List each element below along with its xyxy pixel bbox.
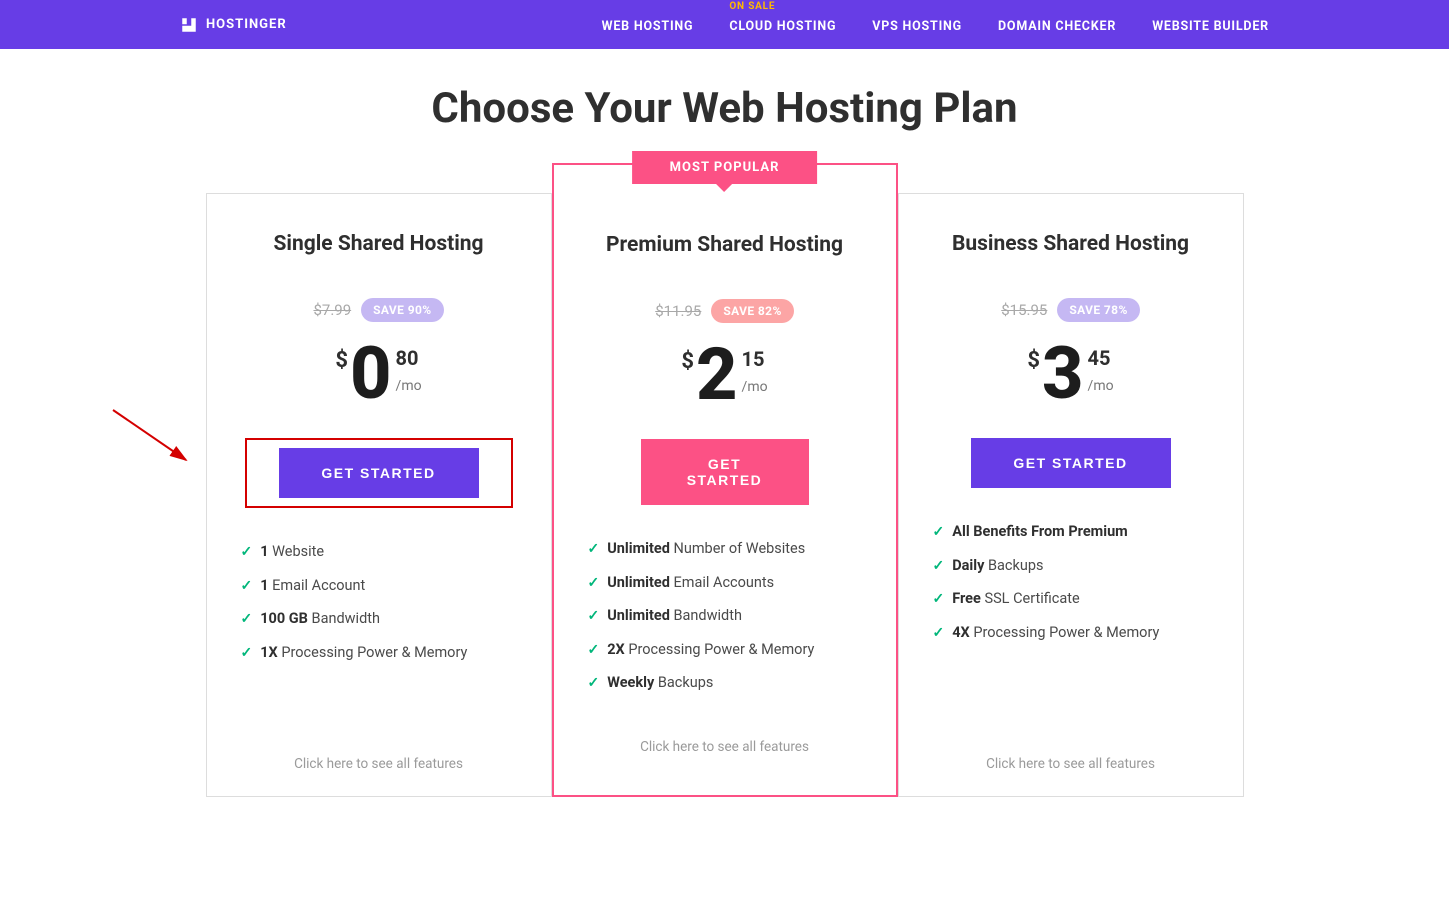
check-icon: ✓ bbox=[933, 523, 945, 543]
nav-item-domain-checker[interactable]: DOMAIN CHECKER bbox=[998, 15, 1116, 34]
price-cents: 45 bbox=[1088, 346, 1114, 370]
feature-item: ✓Free SSL Certificate bbox=[933, 589, 1209, 610]
feature-item: ✓4X Processing Power & Memory bbox=[933, 623, 1209, 644]
nav-item-vps-hosting[interactable]: VPS HOSTING bbox=[872, 15, 962, 34]
feature-item: ✓100 GB Bandwidth bbox=[241, 609, 517, 630]
get-started-button[interactable]: GET STARTED bbox=[279, 448, 479, 498]
check-icon: ✓ bbox=[588, 674, 600, 694]
check-icon: ✓ bbox=[933, 557, 945, 577]
save-badge: SAVE 90% bbox=[361, 298, 443, 322]
hostinger-logo-icon bbox=[180, 16, 198, 34]
nav-item-cloud-hosting[interactable]: ON SALE CLOUD HOSTING bbox=[729, 15, 836, 34]
feature-list: ✓1 Website ✓1 Email Account ✓100 GB Band… bbox=[235, 542, 523, 676]
see-all-features-link[interactable]: Click here to see all features bbox=[640, 739, 809, 755]
feature-list: ✓Unlimited Number of Websites ✓Unlimited… bbox=[582, 539, 868, 707]
price-row: $7.99 SAVE 90% bbox=[313, 298, 443, 322]
price-block: $ 2 15 /mo bbox=[681, 339, 767, 411]
annotation-highlight-box: GET STARTED bbox=[245, 438, 513, 508]
price-whole: 2 bbox=[696, 339, 736, 411]
currency-symbol: $ bbox=[681, 349, 694, 374]
nav-link[interactable]: DOMAIN CHECKER bbox=[998, 19, 1116, 34]
see-all-features-link[interactable]: Click here to see all features bbox=[986, 756, 1155, 772]
currency-symbol: $ bbox=[335, 348, 348, 373]
check-icon: ✓ bbox=[933, 590, 945, 610]
pricing-plans-container: Single Shared Hosting $7.99 SAVE 90% $ 0… bbox=[0, 193, 1449, 797]
check-icon: ✓ bbox=[241, 543, 253, 563]
check-icon: ✓ bbox=[588, 607, 600, 627]
plan-name: Premium Shared Hosting bbox=[606, 233, 843, 257]
save-badge: SAVE 82% bbox=[711, 299, 793, 323]
feature-item: ✓Daily Backups bbox=[933, 556, 1209, 577]
price-cents: 15 bbox=[742, 347, 768, 371]
plan-name: Business Shared Hosting bbox=[952, 232, 1189, 256]
feature-item: ✓Weekly Backups bbox=[588, 673, 862, 694]
top-nav-bar: HOSTINGER WEB HOSTING ON SALE CLOUD HOST… bbox=[0, 0, 1449, 49]
nav-item-web-hosting[interactable]: WEB HOSTING bbox=[602, 15, 694, 34]
per-month: /mo bbox=[396, 378, 422, 394]
check-icon: ✓ bbox=[588, 574, 600, 594]
brand-name: HOSTINGER bbox=[206, 17, 287, 32]
price-whole: 3 bbox=[1042, 338, 1082, 410]
price-cents: 80 bbox=[396, 346, 422, 370]
check-icon: ✓ bbox=[933, 624, 945, 644]
nav-link[interactable]: VPS HOSTING bbox=[872, 19, 962, 34]
feature-list: ✓All Benefits From Premium ✓Daily Backup… bbox=[927, 522, 1215, 656]
on-sale-badge: ON SALE bbox=[729, 1, 775, 12]
plan-name: Single Shared Hosting bbox=[273, 232, 483, 256]
price-row: $11.95 SAVE 82% bbox=[655, 299, 794, 323]
price-whole: 0 bbox=[350, 338, 390, 410]
old-price: $7.99 bbox=[313, 301, 351, 319]
feature-item: ✓All Benefits From Premium bbox=[933, 522, 1209, 543]
check-icon: ✓ bbox=[241, 577, 253, 597]
feature-item: ✓1 Website bbox=[241, 542, 517, 563]
nav-link[interactable]: WEBSITE BUILDER bbox=[1152, 19, 1269, 34]
feature-item: ✓2X Processing Power & Memory bbox=[588, 640, 862, 661]
check-icon: ✓ bbox=[241, 644, 253, 664]
see-all-features-link[interactable]: Click here to see all features bbox=[294, 756, 463, 772]
save-badge: SAVE 78% bbox=[1057, 298, 1139, 322]
page-title: Choose Your Web Hosting Plan bbox=[0, 84, 1449, 133]
price-row: $15.95 SAVE 78% bbox=[1001, 298, 1140, 322]
price-block: $ 3 45 /mo bbox=[1027, 338, 1113, 410]
price-block: $ 0 80 /mo bbox=[335, 338, 421, 410]
main-nav: WEB HOSTING ON SALE CLOUD HOSTING VPS HO… bbox=[602, 15, 1269, 34]
feature-item: ✓Unlimited Number of Websites bbox=[588, 539, 862, 560]
plan-premium-shared: MOST POPULAR Premium Shared Hosting $11.… bbox=[552, 163, 898, 797]
old-price: $11.95 bbox=[655, 302, 701, 320]
most-popular-badge: MOST POPULAR bbox=[632, 151, 818, 184]
plan-business-shared: Business Shared Hosting $15.95 SAVE 78% … bbox=[898, 193, 1244, 797]
feature-item: ✓Unlimited Bandwidth bbox=[588, 606, 862, 627]
feature-item: ✓1 Email Account bbox=[241, 576, 517, 597]
per-month: /mo bbox=[1088, 378, 1114, 394]
plan-single-shared: Single Shared Hosting $7.99 SAVE 90% $ 0… bbox=[206, 193, 552, 797]
check-icon: ✓ bbox=[588, 641, 600, 661]
brand-logo[interactable]: HOSTINGER bbox=[180, 16, 287, 34]
feature-item: ✓1X Processing Power & Memory bbox=[241, 643, 517, 664]
currency-symbol: $ bbox=[1027, 348, 1040, 373]
check-icon: ✓ bbox=[241, 610, 253, 630]
check-icon: ✓ bbox=[588, 540, 600, 560]
nav-item-website-builder[interactable]: WEBSITE BUILDER bbox=[1152, 15, 1269, 34]
nav-link[interactable]: CLOUD HOSTING bbox=[729, 19, 836, 34]
get-started-button[interactable]: GET STARTED bbox=[641, 439, 809, 505]
nav-link[interactable]: WEB HOSTING bbox=[602, 19, 694, 34]
per-month: /mo bbox=[742, 379, 768, 395]
get-started-button[interactable]: GET STARTED bbox=[971, 438, 1171, 488]
feature-item: ✓Unlimited Email Accounts bbox=[588, 573, 862, 594]
old-price: $15.95 bbox=[1001, 301, 1047, 319]
